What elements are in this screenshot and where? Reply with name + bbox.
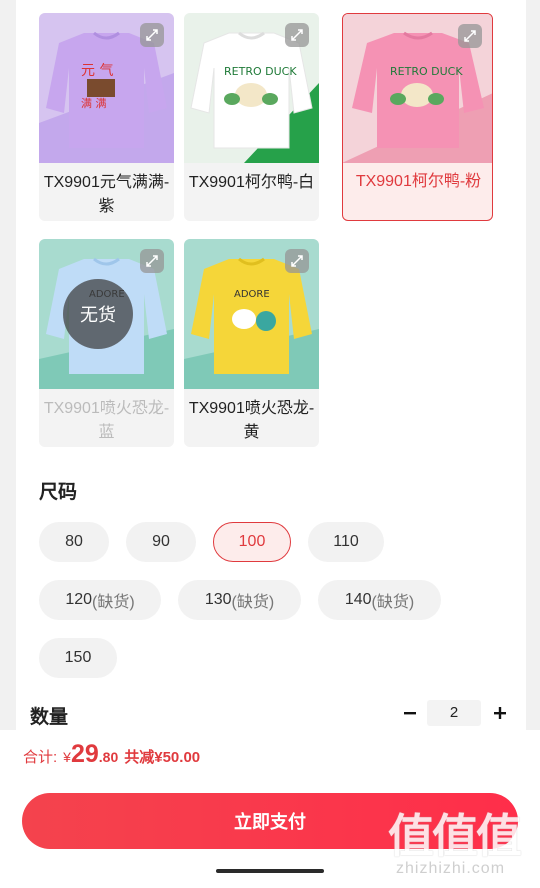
size-option[interactable]: 80 — [39, 522, 109, 562]
zoom-icon[interactable] — [140, 23, 164, 47]
svg-text:RETRO DUCK: RETRO DUCK — [390, 65, 463, 78]
size-value: 110 — [333, 533, 359, 550]
total-decimal: .80 — [98, 749, 119, 765]
sheet-right-edge — [526, 0, 540, 730]
savings-amount: 共减¥50.00 — [124, 749, 201, 766]
out-of-stock-note: (缺货) — [231, 594, 275, 611]
size-value: 120 — [65, 591, 93, 608]
sheet-left-edge — [0, 0, 16, 730]
zoom-icon[interactable] — [285, 249, 309, 273]
variant-label: TX9901元气满满-紫 — [43, 174, 170, 215]
variant-sheet: 元 气 满 满 TX9901元气满满-紫 RETRO DUCK TX9901柯尔… — [0, 0, 540, 730]
variant-card[interactable]: 元 气 满 满 TX9901元气满满-紫 — [39, 13, 174, 221]
size-value: 140 — [344, 591, 372, 608]
watermark-logo: 值值值 — [388, 809, 522, 863]
svg-text:ADORE: ADORE — [234, 289, 270, 300]
currency-symbol: ¥ — [63, 749, 71, 765]
quantity-title: 数量 — [30, 707, 69, 728]
total-label: 合计: — [23, 749, 58, 766]
size-option-selected[interactable]: 100 — [213, 522, 291, 562]
total-integer: 29 — [70, 740, 99, 768]
variant-label: TX9901喷火恐龙-蓝 — [43, 400, 170, 441]
variant-card[interactable]: RETRO DUCK TX9901柯尔鸭-白 — [184, 13, 319, 221]
size-value: 80 — [65, 533, 83, 550]
size-section-title: 尺码 — [39, 482, 78, 503]
size-option[interactable]: 110 — [308, 522, 384, 562]
zoom-icon[interactable] — [285, 23, 309, 47]
size-option-out-of-stock[interactable]: 140 (缺货) — [318, 580, 441, 620]
variant-label: TX9901喷火恐龙-黄 — [188, 400, 315, 441]
variant-card-selected[interactable]: RETRO DUCK TX9901柯尔鸭-粉 — [342, 13, 493, 221]
size-option-out-of-stock[interactable]: 130 (缺货) — [178, 580, 301, 620]
size-option[interactable]: 150 — [39, 638, 117, 678]
sold-out-badge: 无货 — [63, 279, 133, 349]
variant-card[interactable]: ADORE TX9901喷火恐龙-黄 — [184, 239, 319, 447]
home-indicator — [216, 869, 324, 873]
zoom-icon[interactable] — [458, 24, 482, 48]
size-option[interactable]: 90 — [126, 522, 196, 562]
size-value: 90 — [152, 533, 170, 550]
watermark-url: zhizhizhi.com — [396, 860, 506, 877]
out-of-stock-note: (缺货) — [92, 594, 135, 611]
quantity-input[interactable]: 2 — [427, 700, 481, 726]
variant-label: TX9901柯尔鸭-白 — [188, 174, 315, 191]
plus-icon[interactable] — [489, 700, 511, 726]
watermark: 值值值 zhizhizhi.com — [388, 800, 534, 884]
zoom-icon[interactable] — [140, 249, 164, 273]
svg-text:满 满: 满 满 — [81, 97, 107, 110]
variant-label: TX9901柯尔鸭-粉 — [355, 173, 482, 190]
out-of-stock-note: (缺货) — [371, 594, 415, 611]
size-option-out-of-stock[interactable]: 120 (缺货) — [39, 580, 161, 620]
size-value: 100 — [238, 533, 266, 550]
order-total: 合计: ¥ 29 .80 共减¥50.00 — [23, 740, 200, 769]
svg-text:元 气: 元 气 — [81, 63, 113, 79]
size-value: 150 — [64, 649, 92, 666]
size-value: 130 — [204, 591, 232, 608]
variant-card-disabled[interactable]: ADORE 无货 TX9901喷火恐龙-蓝 — [39, 239, 174, 447]
svg-text:RETRO DUCK: RETRO DUCK — [224, 65, 297, 78]
minus-icon[interactable] — [399, 700, 421, 726]
